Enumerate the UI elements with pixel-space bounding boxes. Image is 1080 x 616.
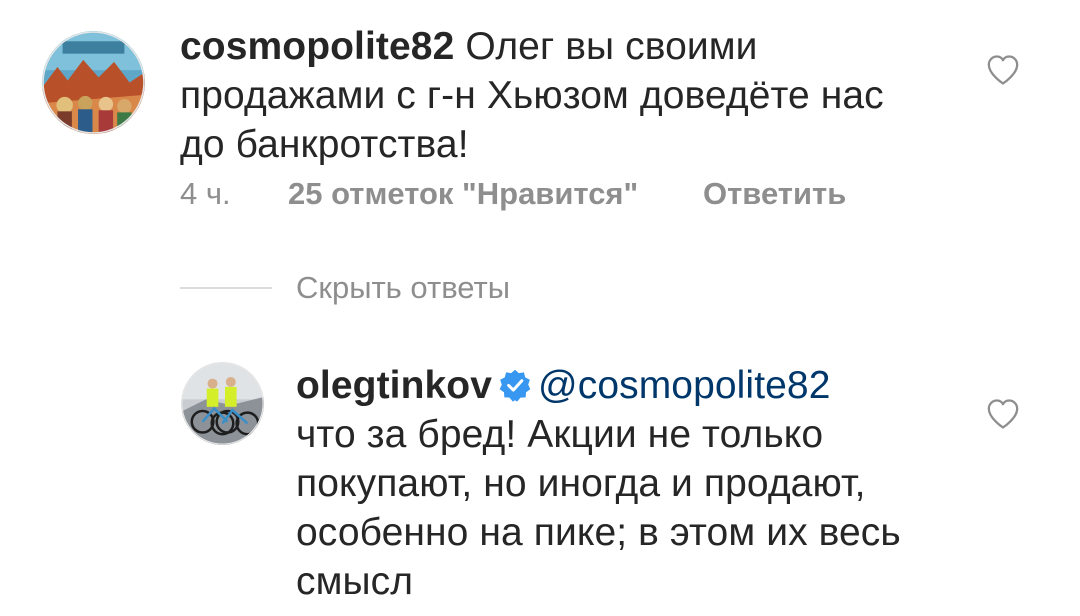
likes-label[interactable]: 25 отметок "Нравится" <box>288 176 638 211</box>
verified-badge-icon <box>499 369 531 402</box>
avatar-image <box>181 362 264 445</box>
comment-time: 4 ч. <box>180 176 231 211</box>
hide-replies-label[interactable]: Скрыть ответы <box>296 270 510 306</box>
avatar-olegtinkov[interactable] <box>181 362 264 445</box>
comment-text-line-2: продажами с г-н Хьюзом доведёте нас <box>180 74 884 117</box>
reply-mention-link[interactable]: @cosmopolite82 <box>538 364 830 407</box>
reply-text-line-5: смысл <box>296 560 414 603</box>
reply-text-line-2: что за бред! Акции не только <box>296 413 824 456</box>
avatar-cosmopolite82[interactable] <box>42 31 145 134</box>
comment-text-start: Олег вы своими <box>465 25 758 68</box>
comment-text-line-3: до банкротства! <box>180 123 469 166</box>
reply-text-line-3: покупают, но иногда и продают, <box>296 462 866 505</box>
reply-text-line-1: olegtinkov @cosmopolite82 <box>296 361 831 410</box>
hide-replies-divider <box>180 287 272 289</box>
reply-button[interactable]: Ответить <box>703 176 846 212</box>
reply-username[interactable]: olegtinkov <box>296 364 492 407</box>
comment-username[interactable]: cosmopolite82 <box>180 25 454 68</box>
comment-text-line-1: cosmopolite82 Олег вы своими <box>180 22 758 71</box>
reply-label[interactable]: Ответить <box>703 176 846 211</box>
reply-text-line-4: особенно на пике; в этом их весь <box>296 511 901 554</box>
comment-like-heart-icon[interactable] <box>986 54 1020 86</box>
comment-meta: 4 ч. <box>180 176 231 212</box>
hide-replies-toggle[interactable]: Скрыть ответы <box>180 268 510 308</box>
comment-likes-count[interactable]: 25 отметок "Нравится" <box>288 176 638 212</box>
reply-like-heart-icon[interactable] <box>986 398 1020 430</box>
avatar-image <box>42 31 145 134</box>
